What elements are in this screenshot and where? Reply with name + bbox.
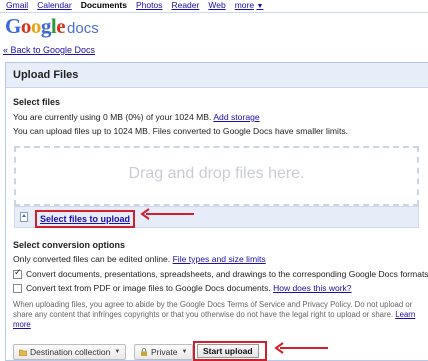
convert-ocr-option: Convert text from PDF or image files to … bbox=[13, 283, 352, 293]
chevron-down-icon: ▼ bbox=[181, 349, 188, 355]
google-docs-logo[interactable]: Google docs bbox=[5, 14, 99, 38]
nav-gmail[interactable]: Gmail bbox=[6, 0, 28, 12]
nav-documents[interactable]: Documents bbox=[81, 0, 127, 12]
select-files-heading: Select files bbox=[13, 97, 61, 107]
conversion-info-line: Only converted files can be edited onlin… bbox=[13, 254, 266, 264]
chevron-down-icon: ▼ bbox=[256, 3, 264, 10]
nav-divider bbox=[0, 12, 428, 13]
destination-label: Destination collection bbox=[30, 347, 111, 357]
destination-collection-button[interactable]: Destination collection ▼ bbox=[13, 344, 127, 360]
conversion-heading: Select conversion options bbox=[13, 240, 126, 250]
nav-reader[interactable]: Reader bbox=[171, 0, 199, 12]
conversion-info-text: Only converted files can be edited onlin… bbox=[13, 254, 171, 264]
nav-more-label: more bbox=[234, 0, 255, 10]
add-storage-link[interactable]: Add storage bbox=[213, 112, 259, 122]
upload-limit-text: You can upload files up to 1024 MB. File… bbox=[13, 126, 349, 136]
nav-more[interactable]: more ▼ bbox=[235, 0, 264, 12]
google-wordmark: Google bbox=[5, 14, 66, 38]
storage-usage-text: You are currently using 0 MB (0%) of you… bbox=[13, 112, 212, 122]
start-upload-highlight: Start upload bbox=[193, 341, 267, 361]
folder-icon bbox=[18, 348, 28, 357]
convert-ocr-label: Convert text from PDF or image files to … bbox=[26, 283, 271, 293]
nav-web[interactable]: Web bbox=[208, 0, 225, 12]
docs-wordmark: docs bbox=[67, 20, 99, 37]
lock-icon bbox=[140, 348, 148, 356]
drop-zone[interactable]: Drag and drop files here. bbox=[14, 146, 419, 206]
file-types-link[interactable]: File types and size limits bbox=[173, 254, 266, 264]
annotation-arrow-select bbox=[140, 208, 194, 220]
annotation-arrow-start bbox=[274, 342, 328, 354]
chevron-down-icon: ▼ bbox=[114, 349, 121, 355]
select-files-link[interactable]: Select files to upload bbox=[35, 210, 136, 228]
nav-calendar[interactable]: Calendar bbox=[37, 0, 72, 12]
terms-text: When uploading files, you agree to abide… bbox=[13, 300, 423, 330]
upload-icon bbox=[20, 212, 28, 222]
convert-ocr-checkbox[interactable] bbox=[13, 283, 22, 293]
nav-photos[interactable]: Photos bbox=[136, 0, 162, 12]
upload-panel: Upload Files Select files You are curren… bbox=[5, 62, 428, 361]
drop-zone-text: Drag and drop files here. bbox=[128, 165, 305, 182]
convert-docs-checkbox[interactable] bbox=[13, 268, 22, 279]
start-upload-button[interactable]: Start upload bbox=[197, 344, 259, 358]
how-does-this-work-link[interactable]: How does this work? bbox=[273, 283, 351, 293]
convert-docs-label: Convert documents, presentations, spread… bbox=[26, 269, 428, 279]
top-nav: Gmail Calendar Documents Photos Reader W… bbox=[6, 0, 263, 12]
select-files-bar: Select files to upload bbox=[14, 206, 419, 228]
storage-usage-line: You are currently using 0 MB (0%) of you… bbox=[13, 112, 260, 122]
convert-docs-option: Convert documents, presentations, spread… bbox=[13, 268, 428, 279]
panel-title: Upload Files bbox=[6, 63, 428, 88]
back-to-docs-link[interactable]: « Back to Google Docs bbox=[3, 45, 95, 55]
privacy-label: Private bbox=[151, 347, 178, 357]
terms-body: When uploading files, you agree to abide… bbox=[13, 300, 413, 319]
privacy-button[interactable]: Private ▼ bbox=[134, 344, 194, 360]
